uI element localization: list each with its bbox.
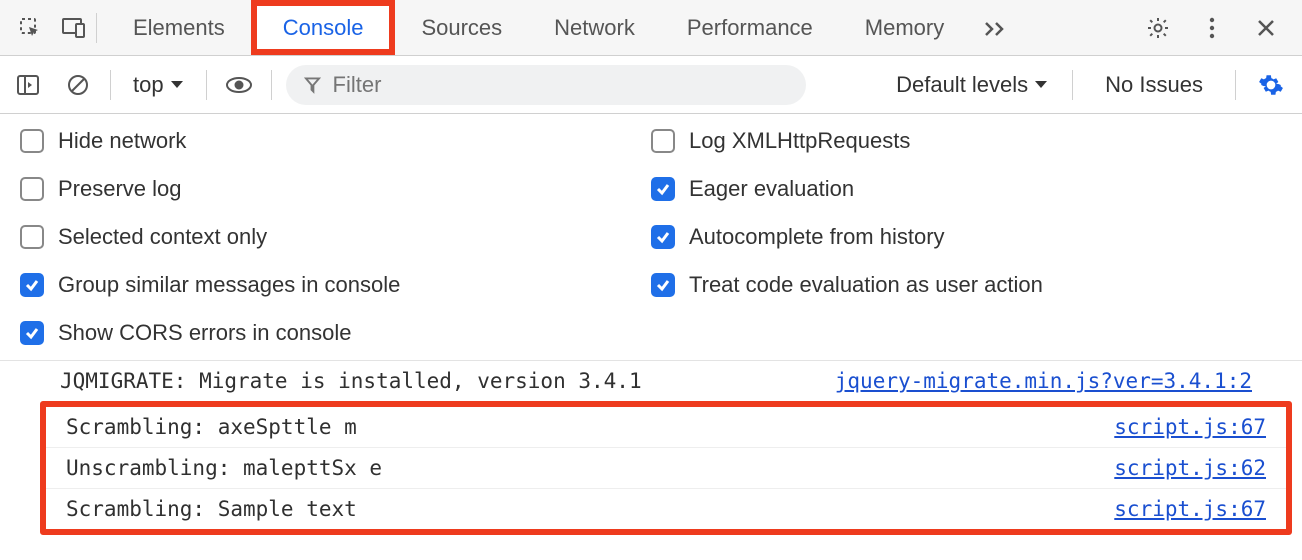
filter-field[interactable] — [286, 65, 806, 105]
log-entry: Scrambling: axeSpttle m script.js:67 — [46, 407, 1286, 447]
chevron-down-icon — [1034, 80, 1048, 90]
context-selector[interactable]: top — [125, 72, 192, 98]
more-tabs-icon[interactable] — [970, 19, 1022, 37]
checkbox[interactable] — [651, 177, 675, 201]
setting-label: Group similar messages in console — [58, 272, 400, 298]
setting-eager-eval[interactable]: Eager evaluation — [651, 176, 1282, 202]
setting-label: Treat code evaluation as user action — [689, 272, 1043, 298]
sidebar-toggle-icon[interactable] — [10, 67, 46, 103]
log-message: Scrambling: Sample text — [66, 497, 1114, 521]
filter-icon — [304, 76, 321, 94]
tab-network[interactable]: Network — [528, 0, 661, 55]
log-entry: Scrambling: Sample text script.js:67 — [46, 488, 1286, 529]
checkbox[interactable] — [20, 225, 44, 249]
tab-label: Performance — [687, 15, 813, 41]
console-subbar: top Default levels No Issues — [0, 56, 1302, 114]
highlighted-logs: Scrambling: axeSpttle m script.js:67 Uns… — [40, 401, 1292, 535]
divider — [1072, 70, 1073, 100]
panel-tabs: Elements Console Sources Network Perform… — [107, 0, 1130, 55]
clear-console-icon[interactable] — [60, 67, 96, 103]
setting-label: Selected context only — [58, 224, 267, 250]
context-label: top — [133, 72, 164, 98]
console-settings-gear-icon[interactable] — [1250, 72, 1292, 98]
setting-group-similar[interactable]: Group similar messages in console — [20, 272, 651, 298]
tab-performance[interactable]: Performance — [661, 0, 839, 55]
checkbox[interactable] — [651, 225, 675, 249]
tab-label: Sources — [421, 15, 502, 41]
setting-label: Log XMLHttpRequests — [689, 128, 910, 154]
divider — [271, 70, 272, 100]
setting-selected-context[interactable]: Selected context only — [20, 224, 651, 250]
tab-memory[interactable]: Memory — [839, 0, 970, 55]
levels-label: Default levels — [896, 72, 1028, 98]
tab-label: Network — [554, 15, 635, 41]
checkbox[interactable] — [20, 129, 44, 153]
tab-console[interactable]: Console — [251, 0, 396, 55]
checkbox[interactable] — [651, 273, 675, 297]
chevron-down-icon — [170, 80, 184, 90]
console-log-area: JQMIGRATE: Migrate is installed, version… — [0, 361, 1302, 551]
checkbox[interactable] — [20, 273, 44, 297]
setting-label: Eager evaluation — [689, 176, 854, 202]
setting-log-xhr[interactable]: Log XMLHttpRequests — [651, 128, 1282, 154]
divider — [1235, 70, 1236, 100]
device-toggle-icon[interactable] — [52, 6, 96, 50]
checkbox[interactable] — [20, 177, 44, 201]
divider — [110, 70, 111, 100]
console-settings-panel: Hide network Log XMLHttpRequests Preserv… — [0, 114, 1302, 361]
setting-treat-user-action[interactable]: Treat code evaluation as user action — [651, 272, 1282, 298]
log-message: JQMIGRATE: Migrate is installed, version… — [60, 369, 835, 393]
setting-hide-network[interactable]: Hide network — [20, 128, 651, 154]
issues-label: No Issues — [1105, 72, 1203, 97]
divider — [96, 13, 97, 43]
settings-gear-icon[interactable] — [1138, 6, 1178, 50]
checkbox[interactable] — [20, 321, 44, 345]
close-icon[interactable] — [1246, 6, 1286, 50]
toolbar-right — [1130, 6, 1294, 50]
tab-elements[interactable]: Elements — [107, 0, 251, 55]
log-entry: JQMIGRATE: Migrate is installed, version… — [0, 361, 1302, 401]
setting-show-cors[interactable]: Show CORS errors in console — [20, 320, 651, 346]
filter-input[interactable] — [333, 72, 788, 98]
log-source-link[interactable]: jquery-migrate.min.js?ver=3.4.1:2 — [835, 369, 1252, 393]
log-message: Scrambling: axeSpttle m — [66, 415, 1114, 439]
setting-label: Preserve log — [58, 176, 182, 202]
kebab-menu-icon[interactable] — [1192, 6, 1232, 50]
log-source-link[interactable]: script.js:62 — [1114, 456, 1266, 480]
setting-label: Hide network — [58, 128, 186, 154]
log-source-link[interactable]: script.js:67 — [1114, 497, 1266, 521]
setting-preserve-log[interactable]: Preserve log — [20, 176, 651, 202]
log-levels-selector[interactable]: Default levels — [886, 72, 1058, 98]
tab-label: Memory — [865, 15, 944, 41]
checkbox[interactable] — [651, 129, 675, 153]
log-entry: Unscrambling: malepttSx e script.js:62 — [46, 447, 1286, 488]
log-message: Unscrambling: malepttSx e — [66, 456, 1114, 480]
live-expression-icon[interactable] — [221, 67, 257, 103]
issues-indicator[interactable]: No Issues — [1087, 72, 1221, 98]
setting-label: Show CORS errors in console — [58, 320, 351, 346]
devtools-toolbar: Elements Console Sources Network Perform… — [0, 0, 1302, 56]
tab-sources[interactable]: Sources — [395, 0, 528, 55]
log-source-link[interactable]: script.js:67 — [1114, 415, 1266, 439]
tab-label: Elements — [133, 15, 225, 41]
setting-autocomplete-history[interactable]: Autocomplete from history — [651, 224, 1282, 250]
divider — [206, 70, 207, 100]
tab-label: Console — [283, 15, 364, 41]
inspect-icon[interactable] — [8, 6, 52, 50]
setting-label: Autocomplete from history — [689, 224, 945, 250]
